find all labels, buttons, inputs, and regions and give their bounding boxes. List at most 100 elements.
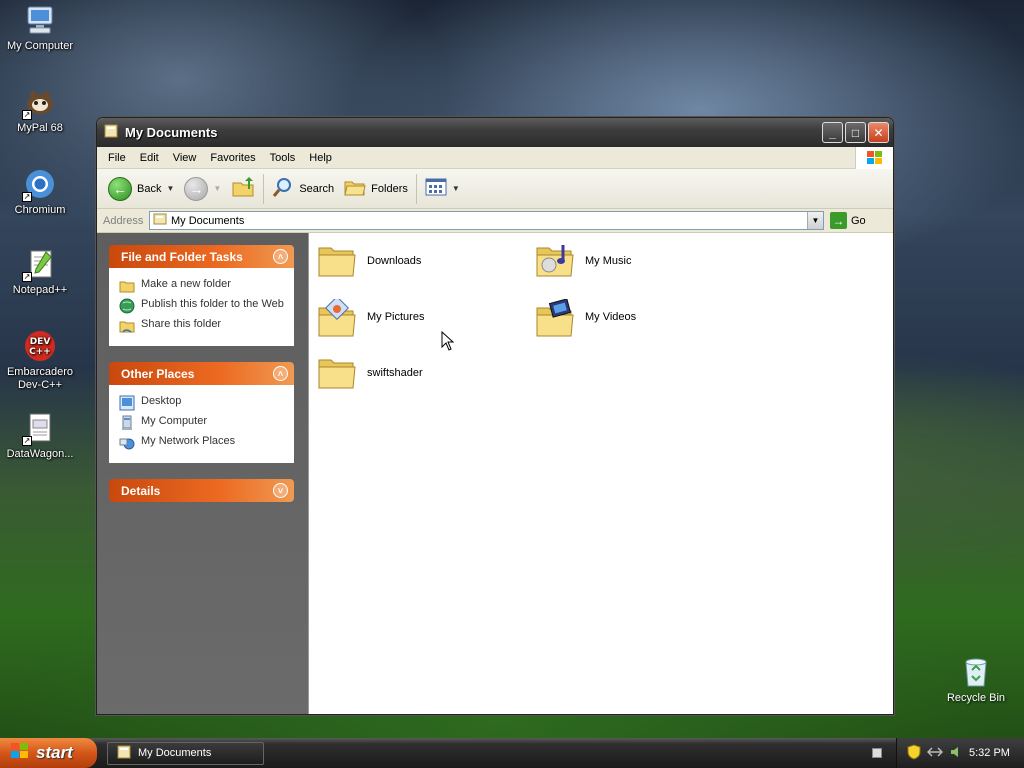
desktop-icon-label: Embarcadero Dev-C++ [6,366,74,391]
computer-icon [119,415,135,431]
desktop-icon-my-computer[interactable]: My Computer [0,4,80,53]
devcpp-icon: DEV C++ [24,330,56,362]
document-icon: ↗ [22,412,56,446]
back-button[interactable]: ← Back ▼ [103,173,179,205]
back-label: Back [137,182,162,195]
place-network[interactable]: My Network Places [119,435,286,451]
windows-flag-icon [10,742,30,765]
shortcut-arrow-icon: ↗ [22,110,32,120]
security-shield-icon[interactable] [907,743,921,763]
address-value: My Documents [171,214,245,227]
expand-chevron-icon[interactable]: ˅ [273,483,288,498]
desktop-icon-recycle-bin[interactable]: Recycle Bin [936,656,1016,704]
toolbar: ← Back ▼ → ▼ Search Folders ▼ [97,169,893,209]
keyboard-layout-icon[interactable] [872,748,882,758]
start-button[interactable]: start [0,738,97,768]
panel-header[interactable]: Other Places ˄ [109,362,294,385]
task-make-new-folder[interactable]: Make a new folder [119,278,286,294]
address-bar: Address My Documents ▼ → Go [97,209,893,233]
task-publish-web[interactable]: Publish this folder to the Web [119,298,286,314]
chevron-down-icon[interactable]: ▼ [166,184,174,193]
panel-header[interactable]: File and Folder Tasks ˄ [109,245,294,268]
desktop-icon-mypal[interactable]: ↗ MyPal 68 [0,86,80,135]
place-my-computer[interactable]: My Computer [119,415,286,431]
views-button[interactable]: ▼ [420,173,465,205]
go-arrow-icon: → [830,212,847,229]
new-folder-icon [119,278,135,294]
folder-label: My Videos [585,311,637,323]
notepadpp-icon: ↗ [22,248,56,282]
file-folder-tasks-panel: File and Folder Tasks ˄ Make a new folde… [109,245,294,346]
task-pane: File and Folder Tasks ˄ Make a new folde… [97,233,308,714]
menu-file[interactable]: File [101,152,133,164]
taskbar-button-my-documents[interactable]: My Documents [107,741,264,765]
address-field[interactable]: My Documents ▼ [149,211,824,230]
forward-arrow-icon: → [184,176,209,201]
folders-button[interactable]: Folders [339,173,413,205]
folder-content[interactable]: Downloads My Music My Pictures My Videos [308,233,893,714]
menu-help[interactable]: Help [302,152,339,164]
panel-title: Other Places [121,366,195,381]
place-label: My Computer [141,415,208,427]
close-button[interactable]: ✕ [868,122,889,143]
up-folder-icon [231,175,255,202]
recycle-bin-icon [960,656,992,688]
network-icon [119,435,135,451]
maximize-button[interactable]: □ [845,122,866,143]
menu-tools[interactable]: Tools [263,152,303,164]
folder-item-my-videos[interactable]: My Videos [535,298,637,337]
clock[interactable]: 5:32 PM [969,747,1010,759]
folder-label: My Pictures [367,311,425,323]
collapse-chevron-icon[interactable]: ˄ [273,249,288,264]
details-panel: Details ˅ [109,479,294,502]
explorer-window[interactable]: My Documents _ □ ✕ File Edit View Favori… [96,117,894,715]
folder-icon [317,355,357,391]
up-folder-button[interactable] [226,173,260,205]
volume-tray-icon[interactable] [949,745,963,762]
panel-header[interactable]: Details ˅ [109,479,294,502]
desktop-icon-notepadpp[interactable]: ↗ Notepad++ [0,248,80,297]
desktop-icon-label: DataWagon... [6,448,74,460]
desktop-icon-chromium[interactable]: ↗ Chromium [0,168,80,217]
folder-item-downloads[interactable]: Downloads [317,243,421,279]
folder-item-swiftshader[interactable]: swiftshader [317,355,423,391]
menu-favorites[interactable]: Favorites [203,152,262,164]
menu-edit[interactable]: Edit [133,152,166,164]
task-label: Publish this folder to the Web [141,298,284,310]
taskbar: start My Documents 5:32 PM [0,738,1024,768]
desktop-icon-datawagon[interactable]: ↗ DataWagon... [0,412,80,461]
desktop-icon-label: Notepad++ [12,284,68,296]
taskbar-button-label: My Documents [138,747,212,759]
pictures-folder-icon [317,295,357,337]
place-label: Desktop [141,395,182,407]
minimize-button[interactable]: _ [822,122,843,143]
task-share-folder[interactable]: Share this folder [119,318,286,334]
forward-button[interactable]: → ▼ [179,173,226,205]
folder-item-my-pictures[interactable]: My Pictures [317,295,425,337]
panel-title: File and Folder Tasks [121,249,243,264]
chevron-down-icon[interactable]: ▼ [213,184,221,193]
window-titlebar[interactable]: My Documents _ □ ✕ [97,118,893,147]
svg-text:DEV: DEV [30,337,51,347]
go-button[interactable]: → Go [830,212,866,229]
search-button[interactable]: Search [267,173,339,205]
system-tray: 5:32 PM [896,738,1024,768]
menu-view[interactable]: View [166,152,204,164]
address-dropdown-icon[interactable]: ▼ [807,212,823,229]
desktop-icon-label: My Computer [6,40,74,52]
music-folder-icon [535,243,575,279]
folder-icon [116,744,132,763]
address-label: Address [103,214,144,227]
folder-item-my-music[interactable]: My Music [535,243,631,279]
chevron-down-icon[interactable]: ▼ [452,184,460,193]
desktop-icon-devcpp[interactable]: DEV C++ Embarcadero Dev-C++ [0,330,80,392]
views-icon [425,178,447,199]
desktop-icon-label: MyPal 68 [17,122,63,134]
folders-icon [344,176,366,201]
collapse-chevron-icon[interactable]: ˄ [273,366,288,381]
place-desktop[interactable]: Desktop [119,395,286,411]
folder-icon [103,123,119,142]
network-tray-icon[interactable] [926,745,944,762]
window-body: File and Folder Tasks ˄ Make a new folde… [97,233,893,714]
my-documents-icon [153,212,167,229]
